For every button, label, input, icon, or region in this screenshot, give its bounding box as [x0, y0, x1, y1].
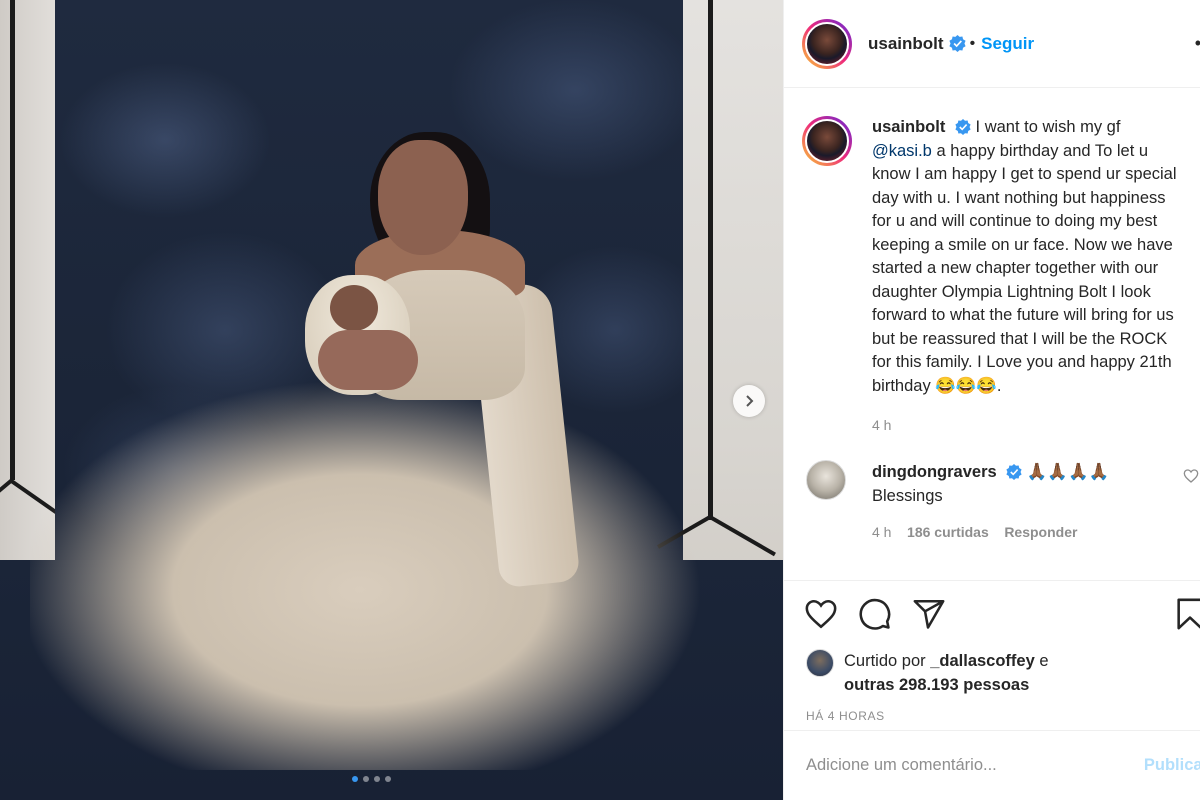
caption-mention-link[interactable]: @kasi.b [872, 142, 932, 160]
like-icon[interactable] [804, 597, 838, 631]
post-actions: Curtido por _dallascoffey e outras 298.1… [784, 580, 1200, 730]
header-separator: • [969, 34, 976, 52]
post-header: usainbolt • Seguir • [784, 0, 1200, 88]
author-username[interactable]: usainbolt [868, 34, 944, 54]
share-icon[interactable] [912, 597, 946, 631]
comment-timestamp[interactable]: 4 h [872, 524, 891, 540]
comment-likes-count[interactable]: 186 curtidas [907, 524, 989, 540]
arm [318, 330, 418, 390]
likes-summary: Curtido por _dallascoffey e outras 298.1… [784, 631, 1200, 697]
caption-timestamp[interactable]: 4 h [872, 414, 1183, 438]
likes-connector: e [1039, 652, 1049, 670]
head [378, 140, 468, 255]
commenter-username[interactable]: dingdongravers [872, 463, 997, 481]
likes-prefix: Curtido por [844, 652, 926, 670]
caption-text-body: a happy birthday and To let u know I am … [872, 141, 1177, 395]
verified-icon [948, 35, 966, 52]
comment-meta: 4 h 186 curtidas Responder [872, 520, 1172, 544]
comments-list[interactable]: usainbolt I want to wish my gf @kasi.b a… [784, 88, 1200, 580]
comment-like-heart-icon[interactable] [1183, 468, 1199, 484]
caption-author-avatar[interactable] [802, 116, 852, 166]
baby-face [330, 285, 378, 331]
liker-username[interactable]: _dallascoffey [930, 652, 1035, 670]
carousel-dot [363, 776, 369, 782]
verified-icon [955, 119, 971, 135]
comment-icon[interactable] [858, 597, 892, 631]
author-avatar[interactable] [802, 18, 852, 69]
more-options-button[interactable]: • [1195, 33, 1200, 54]
caption-author-username[interactable]: usainbolt [872, 118, 945, 136]
liker-avatar[interactable] [806, 649, 834, 677]
add-comment-bar: Adicione um comentário... Publicar [784, 730, 1200, 800]
post-time-ago[interactable]: HÁ 4 HORAS [784, 697, 1200, 723]
post-caption: usainbolt I want to wish my gf @kasi.b a… [784, 88, 1200, 438]
carousel-dots [352, 776, 391, 782]
carousel-dot [374, 776, 380, 782]
likes-others-count[interactable]: outras 298.193 pessoas [844, 676, 1029, 694]
comment-input[interactable]: Adicione um comentário... [806, 756, 997, 775]
carousel-dot [385, 776, 391, 782]
publish-button[interactable]: Publicar [1144, 756, 1200, 775]
bookmark-icon[interactable] [1173, 597, 1200, 631]
caption-text-prefix: I want to wish my gf [975, 118, 1121, 136]
comment-emoji: 🙏🏾🙏🏾🙏🏾🙏🏾 [1026, 462, 1110, 481]
comment-text: Blessings [872, 486, 943, 505]
post-side-panel: usainbolt • Seguir • usainbolt I want to… [783, 0, 1200, 800]
post-photo[interactable] [0, 0, 783, 800]
light-stand-left [10, 0, 15, 480]
carousel-dot [352, 776, 358, 782]
verified-icon [1006, 463, 1022, 480]
commenter-avatar[interactable] [806, 459, 846, 500]
follow-button[interactable]: Seguir [981, 34, 1034, 54]
comment-item: dingdongravers 🙏🏾🙏🏾🙏🏾🙏🏾 Blessings 4 h 18… [784, 438, 1200, 544]
chevron-right-icon [746, 395, 754, 407]
carousel-next-button[interactable] [733, 385, 765, 417]
comment-reply-button[interactable]: Responder [1004, 524, 1077, 540]
